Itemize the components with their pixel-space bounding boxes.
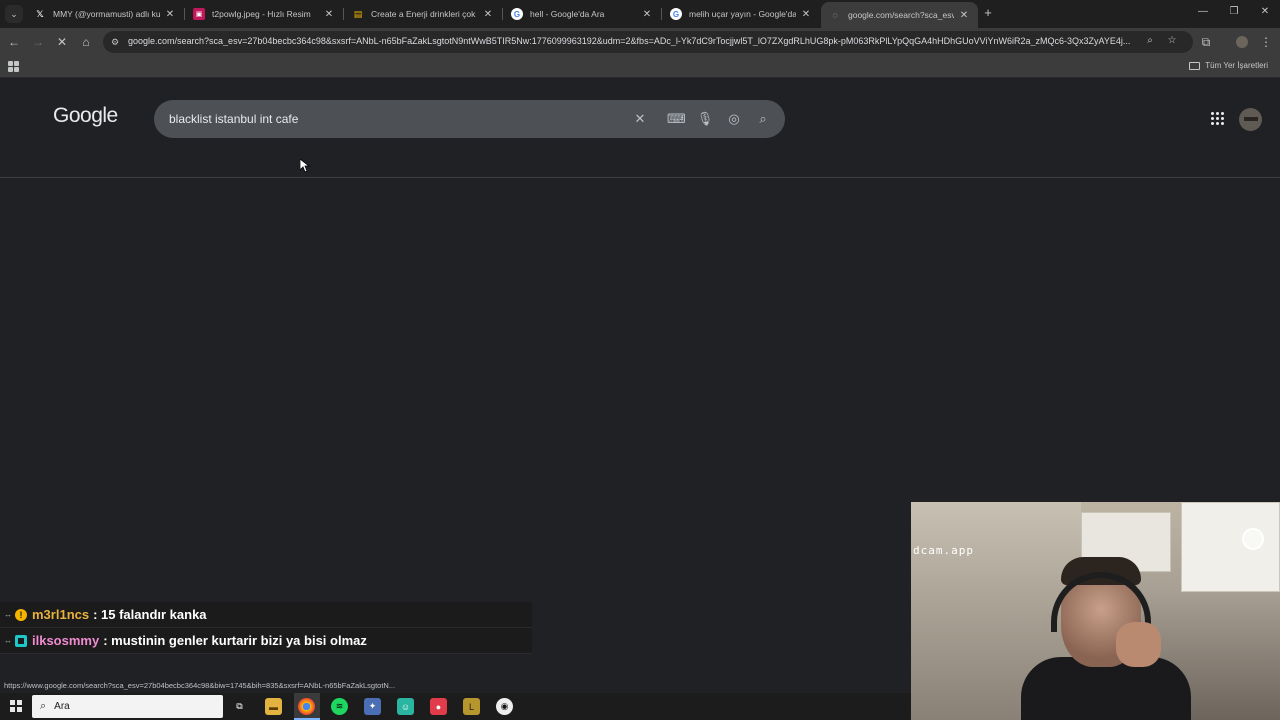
camera-search-icon[interactable]: ◎ (725, 110, 743, 128)
discord-like-icon[interactable]: ☺ (397, 698, 414, 715)
search-box[interactable]: blacklist istanbul int cafe ✕ ⌨ 🎙︎ ◎ ⌕ (154, 100, 785, 138)
zoom-icon[interactable]: ⌕ (1143, 35, 1157, 46)
chevron-down-icon: ⌄ (10, 8, 18, 19)
google-icon: G (670, 8, 682, 20)
google-apps-icon[interactable] (1211, 112, 1224, 125)
chrome-icon[interactable] (298, 698, 315, 715)
tab-title: hell - Google'da Ara (530, 9, 605, 19)
document-icon: ▤ (353, 8, 363, 19)
tab-title: t2powlg.jpeg - Hızlı Resim (212, 9, 311, 19)
chat-message: ↔ ! m3rl1ncs : 15 falandır kanka (0, 602, 532, 628)
obs-icon[interactable]: ◉ (496, 698, 513, 715)
browser-toolbar: ← → ✕ ⌂ ⚙ google.com/search?sca_esv=27b0… (0, 28, 1280, 56)
new-tab-button[interactable]: + (981, 6, 995, 20)
kebab-menu-icon: ⋮ (1260, 35, 1272, 49)
keyboard-icon[interactable]: ⌨ (667, 110, 686, 128)
windows-start-icon[interactable] (10, 700, 22, 712)
close-icon[interactable]: ✕ (958, 10, 970, 21)
menu-button[interactable]: ⋮ (1258, 34, 1274, 50)
search-input[interactable]: blacklist istanbul int cafe (169, 112, 298, 126)
task-view-icon[interactable]: ⧉ (231, 698, 248, 715)
webcam-watermark: dcam.app (913, 544, 974, 557)
google-header: Google blacklist istanbul int cafe ✕ ⌨ 🎙… (0, 79, 1280, 178)
chat-text: : mustinin genler kurtarir bizi ya bisi … (103, 633, 367, 648)
chat-username: m3rl1ncs (32, 607, 90, 622)
reply-arrow-icon: ↔ (4, 636, 12, 645)
close-icon[interactable]: ✕ (164, 9, 176, 20)
webcam-logo-icon (1242, 528, 1264, 550)
spotify-icon[interactable]: ≋ (331, 698, 348, 715)
url-text[interactable]: google.com/search?sca_esv=27b04becbc364c… (128, 36, 1138, 46)
tab-title: melih uçar yayın - Google'da Ara (689, 9, 796, 19)
close-window-button[interactable]: ✕ (1259, 6, 1271, 17)
tab-search-button[interactable]: ⌄ (5, 5, 23, 23)
chat-username: ilksosmmy (32, 633, 100, 648)
taskbar-search-placeholder: Ara (54, 701, 70, 712)
avatar-icon (1236, 36, 1248, 48)
stop-button[interactable]: ✕ (54, 34, 70, 50)
extensions-button[interactable]: ⧉ (1198, 34, 1214, 50)
restore-button[interactable]: ❐ (1228, 6, 1240, 17)
grid-badge-icon (15, 634, 27, 647)
profile-button[interactable] (1233, 34, 1251, 50)
windows-taskbar: ⌕ Ara ⧉ ▬ ≋ ✦ ☺ ● L ◉ (0, 693, 911, 720)
arrow-left-icon: ← (8, 35, 20, 49)
tab-6-active[interactable]: ◌ google.com/search?sca_esv=27 ✕ (821, 2, 978, 28)
tab-title: Create a Enerji drinkleri çok seç (371, 9, 478, 19)
tab-title: google.com/search?sca_esv=27 (848, 10, 954, 20)
close-icon[interactable]: ✕ (641, 9, 653, 20)
puzzle-icon: ⧉ (1201, 35, 1211, 49)
x-icon: 𝕏 (36, 8, 44, 19)
tab-strip: ⌄ 𝕏 MMY (@yormamusti) adlı kullan ✕ ▣ t2… (0, 0, 1280, 28)
home-icon: ⌂ (82, 35, 90, 49)
chat-message: ↔ ilksosmmy : mustinin genler kurtarir b… (0, 628, 532, 654)
folder-icon (1189, 61, 1201, 70)
tab-title: MMY (@yormamusti) adlı kullan (53, 9, 160, 19)
tab-2[interactable]: ▣ t2powlg.jpeg - Hızlı Resim ✕ (185, 3, 343, 25)
close-icon[interactable]: ✕ (800, 9, 812, 20)
search-icon[interactable]: ⌕ (754, 110, 772, 128)
apps-grid-icon[interactable] (8, 61, 19, 72)
search-icon: ⌕ (40, 700, 47, 712)
tab-1[interactable]: 𝕏 MMY (@yormamusti) adlı kullan ✕ (26, 3, 184, 25)
google-logo[interactable]: Google (53, 104, 118, 128)
microphone-icon[interactable]: 🎙︎ (696, 110, 714, 128)
star-icon[interactable]: ☆ (1165, 35, 1179, 46)
warning-badge-icon: ! (15, 608, 27, 621)
close-icon[interactable]: ✕ (323, 9, 335, 20)
minimize-button[interactable]: — (1197, 6, 1209, 17)
all-bookmarks-button[interactable]: Tüm Yer İşaretleri (1189, 61, 1268, 70)
link-status-bubble: https://www.google.com/search?sca_esv=27… (0, 681, 400, 693)
site-info-icon[interactable]: ⚙ (111, 36, 123, 48)
loading-icon: ◌ (832, 10, 838, 20)
league-icon[interactable]: L (463, 698, 480, 715)
account-avatar[interactable] (1239, 108, 1262, 131)
app-icon[interactable]: ✦ (364, 698, 381, 715)
reply-arrow-icon: ↔ (4, 610, 12, 619)
back-button[interactable]: ← (6, 34, 22, 50)
clear-icon[interactable]: ✕ (631, 110, 649, 128)
webcam-overlay: dcam.app (911, 502, 1280, 720)
forward-button[interactable]: → (30, 34, 46, 50)
tab-5[interactable]: G melih uçar yayın - Google'da Ara ✕ (662, 3, 820, 25)
stream-chat-overlay: ↔ ! m3rl1ncs : 15 falandır kanka ↔ ilkso… (0, 602, 532, 654)
tab-3[interactable]: ▤ Create a Enerji drinkleri çok seç ✕ (344, 3, 502, 25)
close-icon: ✕ (56, 35, 68, 49)
chat-text: : 15 falandır kanka (93, 607, 207, 622)
arrow-right-icon: → (32, 35, 44, 49)
google-icon: G (511, 8, 523, 20)
file-explorer-icon[interactable]: ▬ (265, 698, 282, 715)
home-button[interactable]: ⌂ (78, 34, 94, 50)
image-icon: ▣ (193, 8, 205, 20)
address-bar[interactable]: ⚙ google.com/search?sca_esv=27b04becbc36… (103, 31, 1193, 53)
bookmarks-bar: Tüm Yer İşaretleri (0, 56, 1280, 78)
tab-4[interactable]: G hell - Google'da Ara ✕ (503, 3, 661, 25)
taskbar-search[interactable]: ⌕ Ara (32, 695, 223, 718)
close-icon[interactable]: ✕ (482, 9, 494, 20)
mouse-cursor-icon (300, 159, 310, 173)
record-app-icon[interactable]: ● (430, 698, 447, 715)
all-bookmarks-label: Tüm Yer İşaretleri (1205, 61, 1268, 70)
